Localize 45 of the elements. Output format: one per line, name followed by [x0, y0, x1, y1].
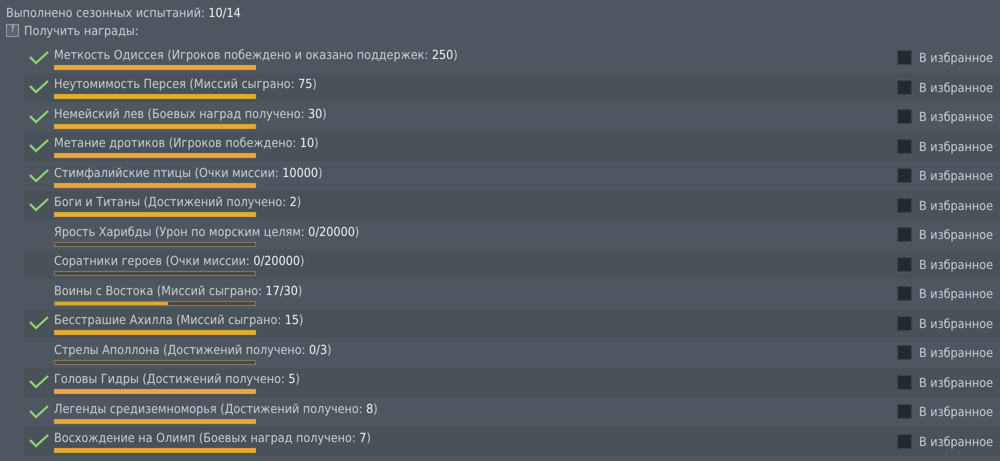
- challenge-title: Неутомимость Персея (Миссий сыграно: 75): [54, 76, 318, 92]
- favorite-label[interactable]: В избранное: [919, 109, 994, 124]
- favorite-label[interactable]: В избранное: [919, 80, 994, 95]
- favorite-checkbox[interactable]: [897, 50, 912, 66]
- challenge-title: Соратники героев (Очки миссии: 0/20000): [54, 253, 306, 268]
- favorite-checkbox[interactable]: [897, 286, 912, 302]
- favorite-label[interactable]: В избранное: [919, 168, 994, 184]
- challenge-title: Восхождение на Олимп (Боевых наград получено: 7): [54, 430, 372, 446]
- favorite-checkbox[interactable]: [897, 80, 912, 95]
- challenge-title: Легенды средиземноморья (Достижений получено: 8): [54, 400, 379, 416]
- favorite-label[interactable]: В избранное: [919, 374, 994, 390]
- help-icon[interactable]: ?: [6, 24, 19, 36]
- favorite-checkbox[interactable]: [897, 404, 912, 420]
- favorite-checkbox[interactable]: [897, 168, 912, 184]
- favorite-label[interactable]: В избранное: [919, 286, 994, 302]
- favorite-label[interactable]: В избранное: [919, 50, 994, 66]
- favorite-label[interactable]: В избранное: [919, 227, 994, 242]
- favorite-label[interactable]: В избранное: [919, 404, 994, 420]
- favorite-checkbox[interactable]: [897, 138, 912, 154]
- challenge-title: Стимфалийские птицы (Очки миссии: 10000): [54, 164, 324, 180]
- favorite-label[interactable]: В избранное: [919, 256, 994, 272]
- favorite-checkbox[interactable]: [897, 316, 912, 331]
- favorite-checkbox[interactable]: [897, 374, 912, 390]
- challenge-title: Стрелы Аполлона (Достижений получено: 0/3): [54, 342, 333, 357]
- challenge-title: Метание дротиков (Игроков побеждено: 10): [54, 135, 320, 150]
- challenge-title: Бесстрашие Ахилла (Миссий сыграно: 15): [54, 312, 304, 328]
- favorite-label[interactable]: В избранное: [919, 345, 994, 360]
- favorite-checkbox[interactable]: [897, 434, 912, 449]
- favorite-checkbox[interactable]: [897, 256, 912, 272]
- challenge-title: Воины с Востока (Миссий сыграно: 17/30): [54, 282, 304, 298]
- challenge-title: Ярость Харибды (Урон по морским целям: 0/20000): [54, 224, 360, 239]
- favorite-checkbox[interactable]: [897, 198, 912, 213]
- favorite-checkbox[interactable]: [897, 345, 912, 360]
- challenge-title: Меткость Одиссея (Игроков побеждено и оказано поддержек: 250): [54, 46, 459, 62]
- challenge-title: Боги и Титаны (Достижений получено: 2): [54, 194, 302, 210]
- favorite-checkbox[interactable]: [897, 227, 912, 242]
- challenge-title: Головы Гидры (Достижений получено: 5): [54, 371, 301, 386]
- summary-text: Выполнено сезонных испытаний: 10/14: [6, 4, 241, 20]
- favorite-label[interactable]: В избранное: [919, 434, 994, 449]
- favorite-label[interactable]: В избранное: [919, 198, 994, 213]
- favorite-checkbox[interactable]: [897, 109, 912, 124]
- rewards-label: Получить награды:: [24, 22, 139, 38]
- favorite-label[interactable]: В избранное: [919, 316, 994, 331]
- favorite-label[interactable]: В избранное: [919, 138, 994, 154]
- challenge-title: Немейский лев (Боевых наград получено: 30): [54, 106, 328, 121]
